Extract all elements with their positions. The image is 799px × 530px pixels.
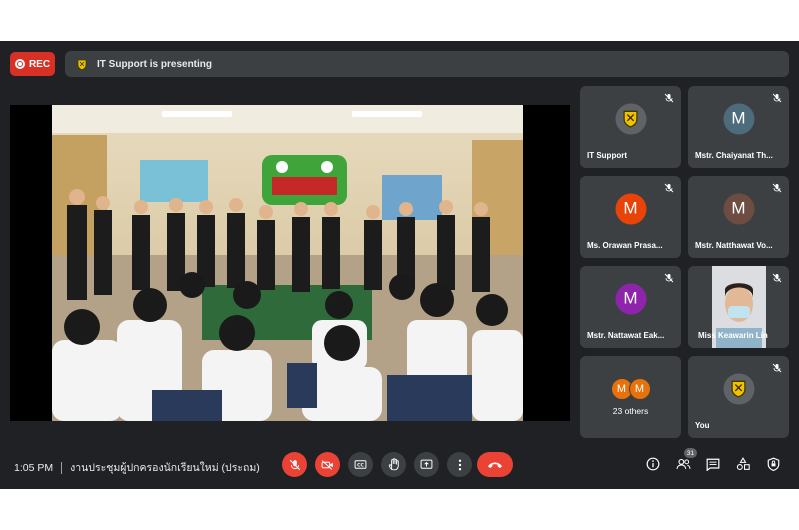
people-icon (676, 458, 690, 469)
participant-tile[interactable]: M Ms. Orawan Prasa... (580, 176, 681, 258)
leave-call-button[interactable] (477, 452, 513, 477)
others-avatars: M M (610, 378, 651, 400)
participant-video-tile[interactable]: Miss Keawarin Lin (688, 266, 789, 348)
camera-off-icon (321, 459, 333, 470)
host-controls-button[interactable] (764, 455, 782, 473)
participant-name: Mstr. Nattawat Eak... (587, 331, 665, 340)
present-now-button[interactable] (414, 452, 439, 477)
mic-off-icon (664, 273, 674, 283)
participant-tile[interactable]: M Mstr. Chaiyanat Th... (688, 86, 789, 168)
chat-icon (706, 458, 720, 471)
avatar: M (615, 193, 646, 225)
mic-off-icon (772, 93, 782, 103)
info-icon (646, 457, 660, 471)
activities-button[interactable] (734, 455, 752, 473)
captions-button[interactable]: CC (348, 452, 373, 477)
recording-label: REC (28, 58, 51, 70)
avatar: M (723, 103, 754, 135)
participant-name: Ms. Orawan Prasa... (587, 241, 663, 250)
more-options-icon (458, 459, 461, 470)
meeting-title: งานประชุมผู้ปกครองนักเรียนใหม่ (ประถม) (70, 462, 260, 474)
chat-button[interactable] (704, 455, 722, 473)
others-tile[interactable]: M M 23 others (580, 356, 681, 438)
mic-off-icon (772, 273, 782, 283)
presentation-stage[interactable] (10, 105, 570, 421)
mic-off-icon (664, 93, 674, 103)
meeting-info: 1:05 PM งานประชุมผู้ปกครองนักเรียนใหม่ (… (14, 459, 260, 476)
mic-toggle-button[interactable] (282, 452, 307, 477)
participant-name: Mstr. Natthawat Vo... (695, 241, 773, 250)
avatar (723, 373, 754, 405)
record-icon (14, 59, 25, 69)
avatar: M (628, 378, 651, 400)
participant-tile[interactable]: IT Support (580, 86, 681, 168)
presented-photo (52, 105, 523, 421)
avatar: M (723, 193, 754, 225)
raise-hand-icon (388, 458, 399, 471)
avatar (615, 103, 646, 135)
participant-name: Mstr. Chaiyanat Th... (695, 151, 773, 160)
more-options-button[interactable] (447, 452, 472, 477)
people-count-badge: 31 (684, 448, 697, 458)
school-crest-icon (77, 59, 87, 70)
presenting-banner[interactable]: IT Support is presenting (65, 51, 789, 77)
camera-toggle-button[interactable] (315, 452, 340, 477)
end-call-icon (488, 462, 502, 468)
mic-off-icon (664, 183, 674, 193)
current-time: 1:05 PM (14, 461, 54, 474)
mic-off-icon (289, 459, 300, 470)
presenting-text: IT Support is presenting (97, 58, 213, 70)
participant-tile[interactable]: M Mstr. Natthawat Vo... (688, 176, 789, 258)
school-crest-icon (623, 110, 638, 128)
captions-icon: CC (354, 460, 367, 469)
mic-off-icon (772, 363, 782, 373)
mic-off-icon (772, 183, 782, 193)
participant-name: IT Support (587, 151, 627, 160)
raise-hand-button[interactable] (381, 452, 406, 477)
others-count: 23 others (612, 406, 649, 416)
classroom-performance-image (52, 105, 523, 421)
participant-tile[interactable]: M Mstr. Nattawat Eak... (580, 266, 681, 348)
svg-text:CC: CC (357, 463, 364, 469)
meeting-details-button[interactable] (644, 455, 662, 473)
avatar: M (615, 283, 646, 315)
host-controls-icon (767, 457, 779, 471)
meet-window: REC IT Support is presenting IT Support … (0, 41, 799, 489)
divider (61, 461, 63, 474)
self-tile[interactable]: You (688, 356, 789, 438)
participant-name: You (695, 421, 710, 430)
present-icon (420, 459, 433, 469)
school-crest-icon (731, 380, 746, 398)
recording-badge: REC (10, 52, 55, 76)
participant-name: Miss Keawarin Lin (698, 331, 768, 340)
activities-icon (736, 457, 750, 471)
